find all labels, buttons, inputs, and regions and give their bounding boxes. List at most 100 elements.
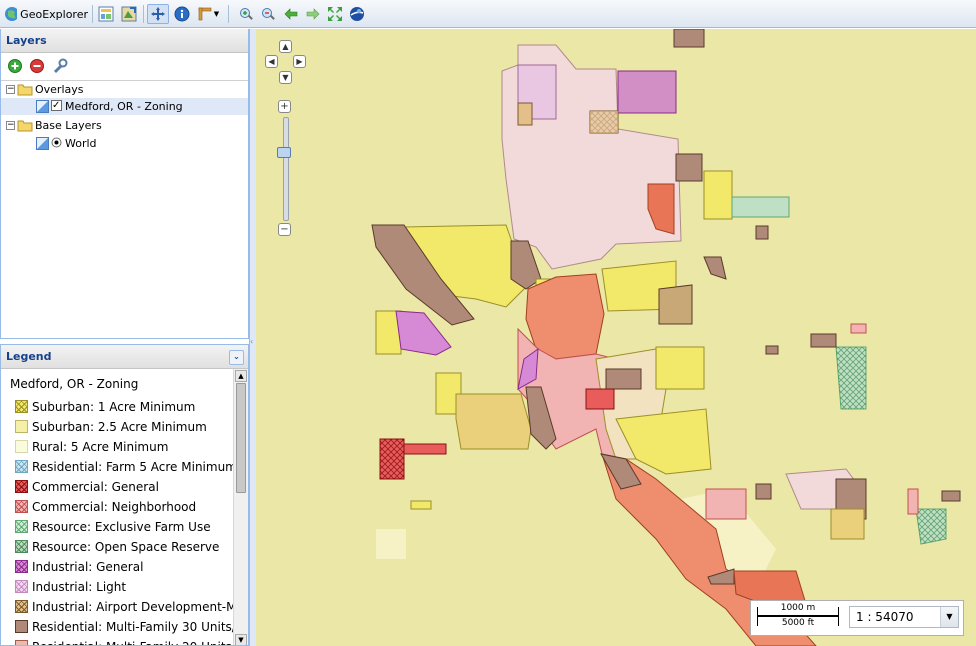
wrench-icon[interactable]: [52, 58, 68, 74]
legend-content: Medford, OR - Zoning Suburban: 1 Acre Mi…: [1, 369, 247, 645]
app-title: GeoExplorer: [20, 7, 88, 21]
zoning-polygons: [371, 29, 961, 646]
legend-swatch: [15, 480, 28, 493]
info-icon: [174, 6, 190, 22]
pan-west-button[interactable]: ◀: [265, 55, 278, 68]
layers-panel: Layers − Overlays ✓ Medford, OR - Zoning…: [0, 29, 249, 339]
layers-toolbar: [1, 53, 248, 81]
geoexplorer-button[interactable]: GeoExplorer: [4, 4, 88, 24]
map-viewport[interactable]: ▲ ◀ ▶ ▼ + − 1000 m 5000 ft 1 : 54070 ▼: [256, 29, 976, 646]
collapse-icon[interactable]: −: [6, 121, 15, 130]
remove-layer-icon[interactable]: [30, 59, 44, 73]
collapse-west-icon[interactable]: ‹: [250, 337, 253, 346]
legend-item-label: Residential: Multi-Family 30 Units/A: [32, 620, 245, 634]
zoom-next-button[interactable]: [303, 4, 323, 24]
legend-item-label: Industrial: General: [32, 560, 144, 574]
panel-splitter[interactable]: ‹: [249, 29, 256, 646]
measure-icon: [198, 7, 212, 21]
collapse-icon[interactable]: −: [6, 85, 15, 94]
legend-swatch: [15, 520, 28, 533]
collapse-panel-icon[interactable]: ⌄: [229, 350, 244, 365]
toolbar-separator: [228, 5, 229, 23]
scale-line-top: 1000 m: [757, 603, 839, 616]
overlays-label: Overlays: [35, 83, 84, 96]
toolbar-separator: [92, 5, 93, 23]
zoom-slider-track[interactable]: [283, 117, 289, 221]
forward-icon: [306, 8, 320, 20]
legend-item-label: Resource: Open Space Reserve: [32, 540, 220, 554]
layer-icon: [36, 100, 49, 113]
legend-item-label: Suburban: 2.5 Acre Minimum: [32, 420, 207, 434]
scrollbar-thumb[interactable]: [236, 383, 246, 493]
legend-swatch: [15, 500, 28, 513]
zoom-out-map-button[interactable]: −: [278, 223, 291, 236]
zoom-in-map-button[interactable]: +: [278, 100, 291, 113]
zoom-to-extent-button[interactable]: [325, 4, 345, 24]
legend-item-label: Industrial: Airport Development-Mul: [32, 600, 248, 614]
scale-feet-label: 5000 ft: [781, 618, 815, 628]
base-layer-radio[interactable]: [51, 137, 62, 148]
legend-swatch: [15, 600, 28, 613]
folder-icon: [17, 84, 33, 96]
add-layer-icon[interactable]: [8, 59, 22, 73]
geoexplorer-logo-icon: [5, 7, 18, 21]
pan-north-button[interactable]: ▲: [279, 40, 292, 53]
google-earth-button[interactable]: [347, 4, 367, 24]
legend-swatch: [15, 620, 28, 633]
layer-visibility-checkbox[interactable]: ✓: [51, 100, 62, 111]
scroll-down-arrow-icon[interactable]: ▼: [235, 634, 247, 645]
legend-scrollbar[interactable]: ▲ ▼: [233, 369, 248, 645]
scale-line-bottom: 5000 ft: [757, 616, 839, 628]
legend-item-label: Industrial: Light: [32, 580, 127, 594]
pan-east-button[interactable]: ▶: [293, 55, 306, 68]
chevron-down-icon[interactable]: ▼: [940, 607, 958, 627]
legend-item-label: Rural: 5 Acre Minimum: [32, 440, 169, 454]
legend-swatch: [15, 400, 28, 413]
legend-swatch: [15, 560, 28, 573]
pan-south-button[interactable]: ▼: [279, 71, 292, 84]
zoom-out-icon: [262, 8, 275, 20]
google-earth-icon: [350, 7, 364, 21]
measure-button[interactable]: ▼: [194, 4, 222, 24]
zoom-slider-thumb[interactable]: [277, 147, 291, 158]
legend-swatch: [15, 460, 28, 473]
legend-item-label: Residential: Farm 5 Acre Minimum: [32, 460, 237, 474]
base-layers-label: Base Layers: [35, 119, 102, 132]
zoom-previous-button[interactable]: [281, 4, 301, 24]
back-icon: [284, 8, 298, 20]
zoom-extent-icon: [328, 7, 342, 21]
legend-swatch: [15, 580, 28, 593]
pan-map-button[interactable]: [147, 4, 169, 24]
scale-meters-label: 1000 m: [780, 603, 816, 613]
legend-swatch: [15, 640, 28, 645]
layer-properties-button[interactable]: [96, 4, 116, 24]
main-toolbar: GeoExplorer ▼: [0, 0, 976, 28]
scale-combo[interactable]: 1 : 54070 ▼: [849, 606, 959, 628]
zoning-map: [371, 29, 961, 646]
scroll-up-arrow-icon[interactable]: ▲: [235, 370, 247, 382]
legend-panel-header: Legend ⌄: [1, 345, 248, 369]
legend-panel: Legend ⌄ Medford, OR - Zoning Suburban: …: [0, 344, 249, 646]
legend-swatch: [15, 540, 28, 553]
scale-combo-value: 1 : 54070: [856, 610, 914, 624]
publish-map-icon: [121, 6, 137, 22]
legend-swatch: [15, 420, 28, 433]
legend-item-label: Suburban: 1 Acre Minimum: [32, 400, 196, 414]
legend-item-label: Residential: Multi-Family 20 Units/A: [32, 639, 244, 645]
folder-icon: [17, 120, 33, 132]
zoom-in-icon: [240, 8, 253, 20]
layer-item-medford-zoning[interactable]: ✓ Medford, OR - Zoning: [1, 98, 248, 115]
publish-map-button[interactable]: [119, 4, 139, 24]
feature-info-button[interactable]: [172, 4, 192, 24]
base-layer-label: World: [65, 137, 97, 150]
legend-layer-name: Medford, OR - Zoning: [10, 377, 139, 391]
layers-panel-title: Layers: [1, 29, 248, 53]
layer-props-icon: [98, 6, 114, 22]
zoom-in-button[interactable]: [236, 4, 256, 24]
legend-item-label: Resource: Exclusive Farm Use: [32, 520, 211, 534]
zoom-out-button[interactable]: [258, 4, 278, 24]
legend-item-label: Commercial: General: [32, 480, 159, 494]
legend-swatch: [15, 440, 28, 453]
measure-dropdown-arrow-icon: ▼: [213, 10, 220, 18]
scale-bar-box: 1000 m 5000 ft 1 : 54070 ▼: [750, 600, 964, 636]
